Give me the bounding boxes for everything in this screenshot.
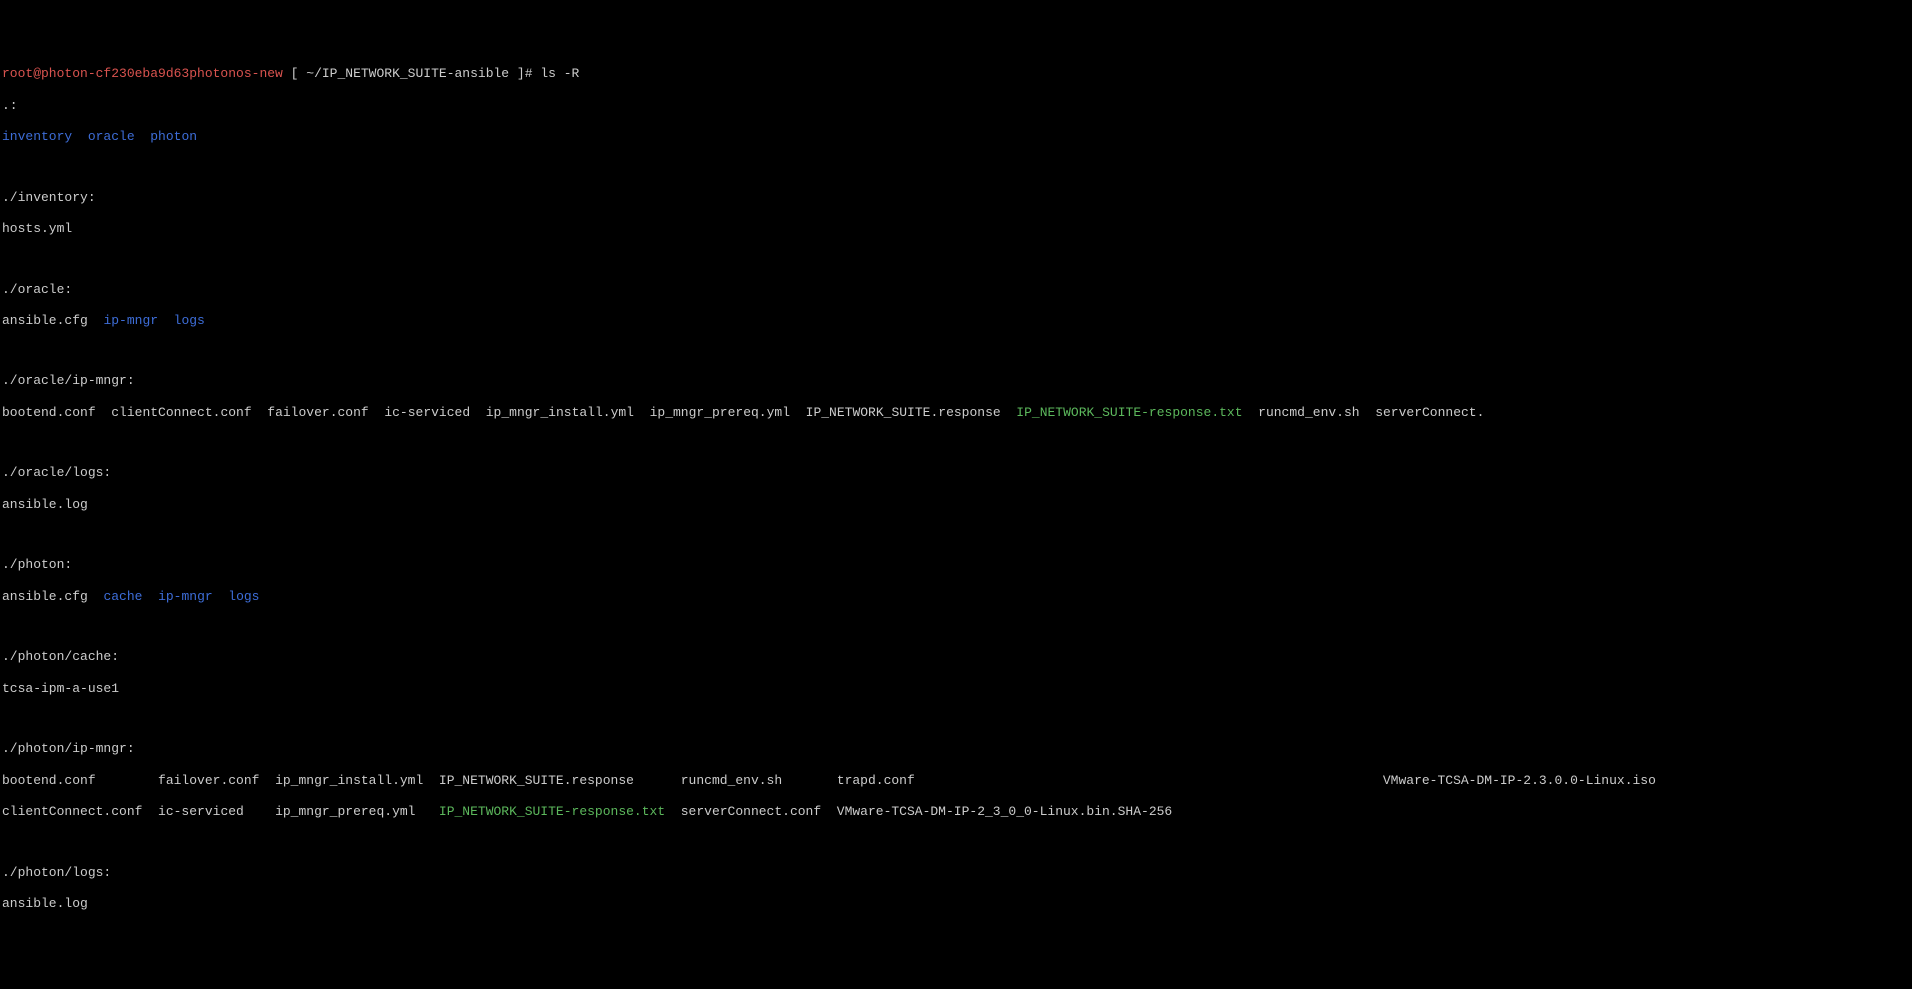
file-entry: IP_NETWORK_SUITE.response [806, 405, 1001, 420]
blank-line [2, 436, 1910, 450]
prompt-line[interactable]: root@photon-cf230eba9d63photonos-new [ ~… [2, 66, 1910, 82]
dir-photon-header: ./photon: [2, 557, 1910, 573]
file-entry: ip_mngr_prereq.yml [650, 405, 790, 420]
dir-oracle-list: ansible.cfg ip-mngr logs [2, 313, 1910, 329]
dir-oracle-ipmngr-list: bootend.conf clientConnect.conf failover… [2, 405, 1910, 421]
file-entry: IP_NETWORK_SUITE-response.txt [439, 804, 681, 819]
file-entry: ip_mngr_install.yml [275, 773, 439, 788]
blank-line [2, 712, 1910, 726]
file-entry: ic-serviced [384, 405, 470, 420]
prompt-bracket-open: [ [283, 66, 306, 81]
file-entry: bootend.conf [2, 773, 158, 788]
file-entry: serverConnect.conf [681, 804, 837, 819]
dir-entry: ip-mngr [158, 589, 213, 604]
dir-photon-ipmngr-header: ./photon/ip-mngr: [2, 741, 1910, 757]
prompt-user-host: root@photon-cf230eba9d63photonos-new [2, 66, 283, 81]
dir-oracle-ipmngr-header: ./oracle/ip-mngr: [2, 373, 1910, 389]
dir-entry: logs [228, 589, 259, 604]
file-entry: VMware-TCSA-DM-IP-2_3_0_0-Linux.bin.SHA-… [837, 804, 1383, 819]
file-entry: serverConnect. [1375, 405, 1484, 420]
dir-photon-logs-list: ansible.log [2, 896, 1910, 912]
file-entry: ip_mngr_prereq.yml [275, 804, 439, 819]
dir-photon-list: ansible.cfg cache ip-mngr logs [2, 589, 1910, 605]
dir-entry: oracle [88, 129, 135, 144]
file-entry: VMware-TCSA-DM-IP-2.3.0.0-Linux.iso [1383, 773, 1656, 788]
dir-oracle-header: ./oracle: [2, 282, 1910, 298]
file-entry: runcmd_env.sh [1258, 405, 1359, 420]
file-entry: clientConnect.conf [2, 804, 158, 819]
file-entry: IP_NETWORK_SUITE-response.txt [1016, 405, 1242, 420]
file-entry: failover.conf [267, 405, 368, 420]
blank-line [2, 252, 1910, 266]
dir-oracle-logs-header: ./oracle/logs: [2, 465, 1910, 481]
dir-entry: cache [103, 589, 142, 604]
dir-oracle-logs-list: ansible.log [2, 497, 1910, 513]
blank-line [2, 620, 1910, 634]
dir-photon-cache-list: tcsa-ipm-a-use1 [2, 681, 1910, 697]
dir-photon-logs-header: ./photon/logs: [2, 865, 1910, 881]
dir-entry: logs [174, 313, 205, 328]
file-entry: runcmd_env.sh [681, 773, 837, 788]
file-entry: ip_mngr_install.yml [486, 405, 634, 420]
dir-photon-ipmngr-row1: bootend.conf failover.conf ip_mngr_insta… [2, 773, 1910, 789]
dir-entry: inventory [2, 129, 72, 144]
dir-photon-cache-header: ./photon/cache: [2, 649, 1910, 665]
blank-line [2, 344, 1910, 358]
file-entry: ic-serviced [158, 804, 275, 819]
prompt-command: ls -R [540, 66, 579, 81]
blank-line [2, 160, 1910, 174]
blank-line [2, 528, 1910, 542]
file-entry: ansible.cfg [2, 313, 88, 328]
prompt-bracket-close: ]# [509, 66, 540, 81]
dir-entry: ip-mngr [103, 313, 158, 328]
dir-photon-ipmngr-row2: clientConnect.conf ic-serviced ip_mngr_p… [2, 804, 1910, 820]
dir-root-list: inventory oracle photon [2, 129, 1910, 145]
dir-entry: photon [150, 129, 197, 144]
file-entry: IP_NETWORK_SUITE.response [439, 773, 681, 788]
dir-root-header: .: [2, 98, 1910, 114]
file-entry: failover.conf [158, 773, 275, 788]
file-entry: ansible.cfg [2, 589, 88, 604]
file-entry: clientConnect.conf [111, 405, 251, 420]
dir-inventory-header: ./inventory: [2, 190, 1910, 206]
blank-line [2, 835, 1910, 849]
prompt-path: ~/IP_NETWORK_SUITE-ansible [306, 66, 509, 81]
file-entry: bootend.conf [2, 405, 96, 420]
dir-inventory-list: hosts.yml [2, 221, 1910, 237]
file-entry: trapd.conf [837, 773, 1383, 788]
